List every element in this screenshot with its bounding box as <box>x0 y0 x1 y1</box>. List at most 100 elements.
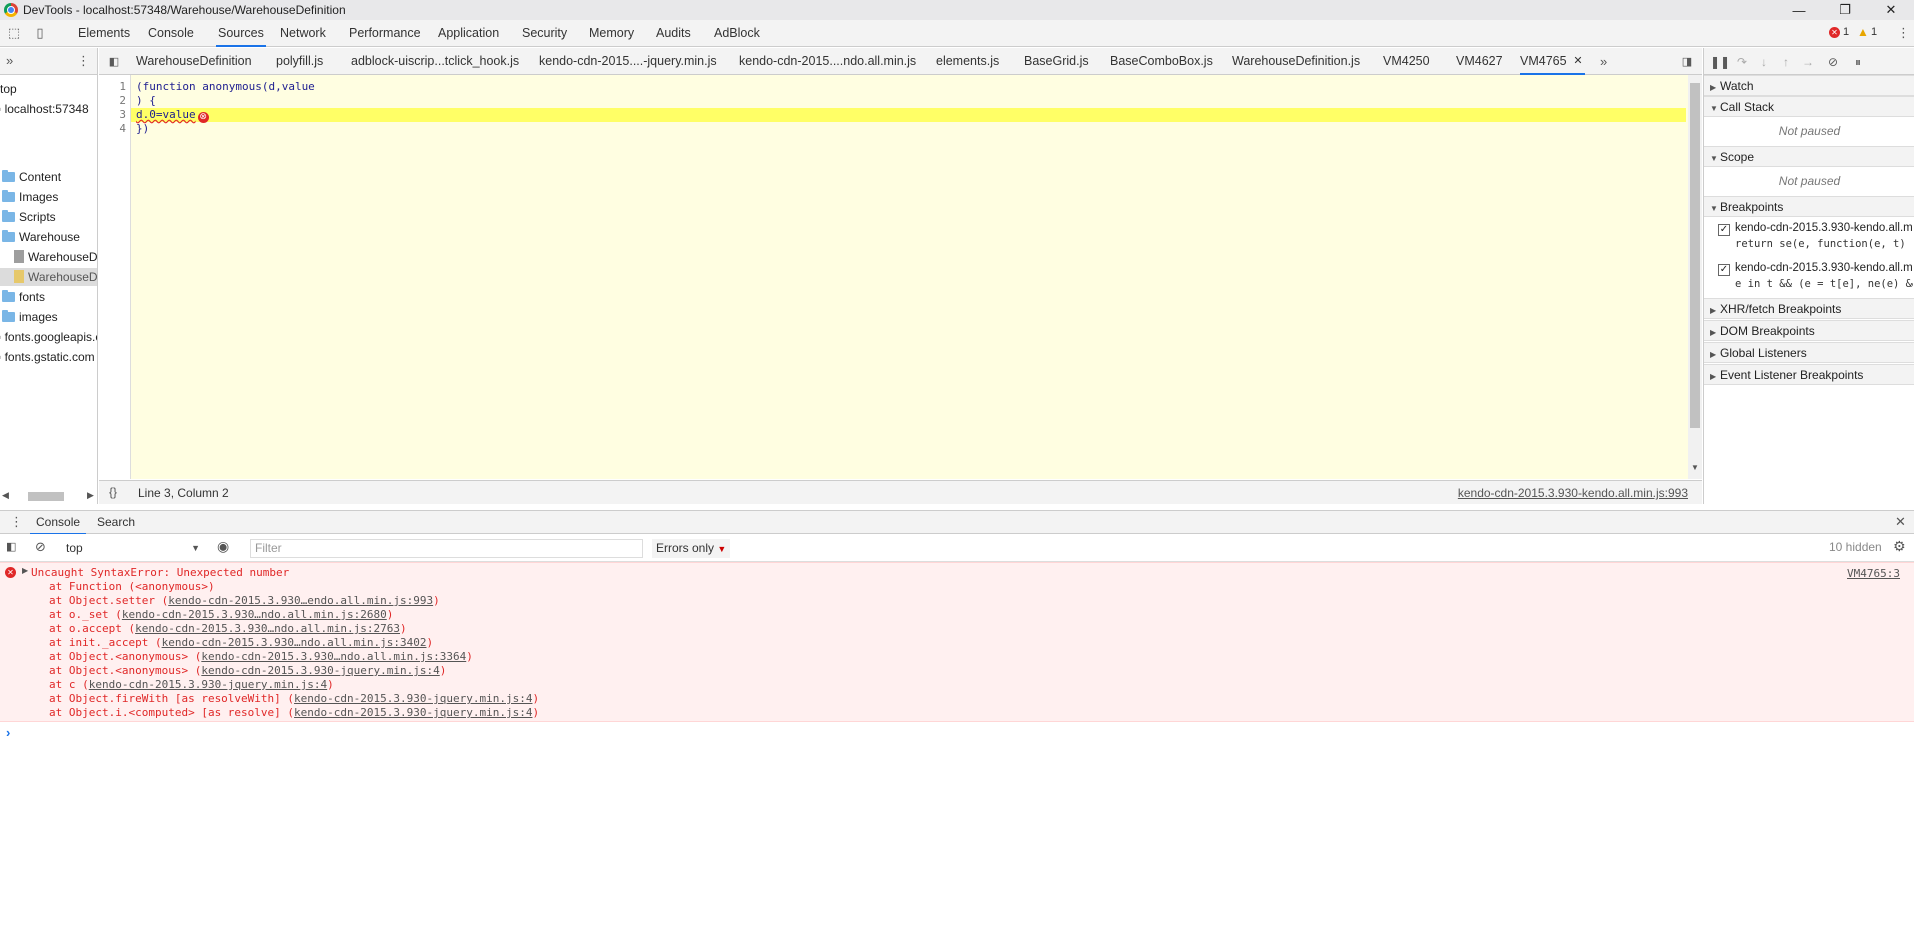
scroll-down-icon[interactable]: ▼ <box>1691 463 1699 472</box>
line-number-gutter[interactable]: 1 2 3 4 <box>99 75 131 479</box>
dom-breakpoints-section[interactable]: ▶ DOM Breakpoints <box>1704 320 1914 341</box>
close-drawer-icon[interactable]: ✕ <box>1895 514 1906 530</box>
scrollbar-thumb[interactable] <box>28 492 64 501</box>
tree-item-content[interactable]: Content <box>2 168 61 186</box>
context-selector[interactable]: top ▼ <box>66 540 202 556</box>
tree-item-fonts-googleapis[interactable]: ▫ fonts.googleapis.com <box>0 328 97 346</box>
tab-audits[interactable]: Audits <box>656 20 691 47</box>
editor-vertical-scrollbar[interactable]: ▼ <box>1688 75 1702 479</box>
toggle-debugger-icon[interactable]: ◨ <box>1679 54 1695 70</box>
breakpoint-checkbox[interactable]: ✓ <box>1718 264 1730 276</box>
watch-section[interactable]: ▶ Watch <box>1704 75 1914 96</box>
file-tab[interactable]: kendo-cdn-2015....-jquery.min.js <box>539 48 717 75</box>
source-map-link[interactable]: kendo-cdn-2015.3.930-kendo.all.min.js:99… <box>1458 486 1688 500</box>
line-number[interactable]: 2 <box>119 94 126 108</box>
tab-elements[interactable]: Elements <box>78 20 130 47</box>
console-filter-input[interactable]: Filter <box>250 539 643 558</box>
line-number[interactable]: 4 <box>119 122 126 136</box>
step-over-icon[interactable]: ↷ <box>1734 54 1750 70</box>
tree-item-images[interactable]: Images <box>2 188 58 206</box>
console-error-message[interactable]: ✕ ▶ Uncaught SyntaxError: Unexpected num… <box>0 562 1914 722</box>
error-count-icon[interactable]: ✕ <box>1829 27 1840 38</box>
stack-frame-link[interactable]: kendo-cdn-2015.3.930…ndo.all.min.js:3364 <box>201 650 466 663</box>
step-into-icon[interactable]: ↓ <box>1756 54 1772 70</box>
inspect-element-icon[interactable]: ⬚ <box>6 25 22 41</box>
pause-on-exceptions-icon[interactable]: ⏸ <box>1850 54 1866 70</box>
tree-item-scripts[interactable]: Scripts <box>2 208 56 226</box>
code-line[interactable]: (function anonymous(d,value <box>136 80 315 94</box>
tree-item-fonts-gstatic[interactable]: ▫ fonts.gstatic.com <box>0 348 95 366</box>
show-sidebar-icon[interactable]: ◧ <box>6 540 16 553</box>
drawer-tab-console[interactable]: Console <box>30 511 87 535</box>
console-prompt[interactable]: › <box>6 725 10 740</box>
file-tab[interactable]: VM4627 <box>1456 48 1503 75</box>
file-tab[interactable]: adblock-uiscrip...tclick_hook.js <box>351 48 519 75</box>
clear-console-icon[interactable]: ⊘ <box>35 539 46 555</box>
file-tab-active[interactable]: VM4765 ✕ <box>1520 48 1585 75</box>
tab-performance[interactable]: Performance <box>349 20 421 47</box>
stack-frame-link[interactable]: kendo-cdn-2015.3.930-jquery.min.js:4 <box>89 678 327 691</box>
drawer-tab-search[interactable]: Search <box>97 511 135 535</box>
stack-frame-link[interactable]: kendo-cdn-2015.3.930-jquery.min.js:4 <box>201 664 439 677</box>
stack-frame-link[interactable]: kendo-cdn-2015.3.930…ndo.all.min.js:2680 <box>122 608 387 621</box>
breakpoint-item[interactable]: ✓ kendo-cdn-2015.3.930-kendo.all.min.js … <box>1704 260 1914 298</box>
console-settings-gear-icon[interactable]: ⚙ <box>1893 538 1906 555</box>
tree-item-top[interactable]: top <box>0 80 17 98</box>
tab-network[interactable]: Network <box>280 20 326 47</box>
file-tab[interactable]: BaseComboBox.js <box>1110 48 1213 75</box>
scope-section[interactable]: ▼ Scope <box>1704 146 1914 167</box>
close-tab-icon[interactable]: ✕ <box>1573 48 1582 75</box>
stack-frame-link[interactable]: kendo-cdn-2015.3.930-jquery.min.js:4 <box>294 706 532 719</box>
file-tab[interactable]: WarehouseDefinition <box>136 48 252 75</box>
devtools-menu-icon[interactable]: ⋮ <box>1897 25 1910 41</box>
event-listener-breakpoints-section[interactable]: ▶ Event Listener Breakpoints <box>1704 364 1914 385</box>
tab-sources[interactable]: Sources <box>216 20 266 47</box>
code-editor[interactable]: 1 2 3 4 (function anonymous(d,value ) { … <box>99 75 1702 479</box>
scroll-left-icon[interactable]: ◀ <box>2 490 9 501</box>
error-source-link[interactable]: VM4765:3 <box>1847 567 1900 580</box>
pretty-print-icon[interactable]: {} <box>109 485 117 499</box>
stack-frame-link[interactable]: kendo-cdn-2015.3.930…endo.all.min.js:993 <box>168 594 433 607</box>
stack-frame-link[interactable]: kendo-cdn-2015.3.930…ndo.all.min.js:2763 <box>135 622 400 635</box>
device-toolbar-icon[interactable]: ▯ <box>32 25 48 41</box>
tree-item-images-lower[interactable]: images <box>2 308 58 326</box>
tree-item-fonts[interactable]: fonts <box>2 288 45 306</box>
toggle-navigator-icon[interactable]: ◧ <box>106 54 122 70</box>
tab-console[interactable]: Console <box>148 20 194 47</box>
navigator-horizontal-scrollbar[interactable]: ◀ ▶ <box>0 488 97 504</box>
pause-icon[interactable]: ❚❚ <box>1710 54 1730 70</box>
step-out-icon[interactable]: ↑ <box>1778 54 1794 70</box>
tree-item-warehouse-definition-js[interactable]: WarehouseDefinition.js <box>0 268 97 286</box>
drawer-menu-icon[interactable]: ⋮ <box>10 514 23 530</box>
line-number[interactable]: 3 <box>119 108 126 122</box>
navigator-menu-icon[interactable]: ⋮ <box>77 53 90 69</box>
tab-application[interactable]: Application <box>438 20 499 47</box>
breakpoint-checkbox[interactable]: ✓ <box>1718 224 1730 236</box>
tree-item-warehouse-definition[interactable]: WarehouseDefinition <box>14 248 97 266</box>
step-icon[interactable]: → <box>1800 54 1816 70</box>
tab-adblock[interactable]: AdBlock <box>714 20 760 47</box>
file-tab[interactable]: elements.js <box>936 48 999 75</box>
tab-security[interactable]: Security <box>522 20 567 47</box>
scrollbar-thumb[interactable] <box>1690 83 1700 428</box>
file-tab[interactable]: WarehouseDefinition.js <box>1232 48 1360 75</box>
code-line[interactable]: }) <box>136 122 149 136</box>
line-number[interactable]: 1 <box>119 80 126 94</box>
stack-frame-link[interactable]: kendo-cdn-2015.3.930…ndo.all.min.js:3402 <box>162 636 427 649</box>
minimize-icon[interactable]: — <box>1776 0 1822 20</box>
restore-icon[interactable]: ❐ <box>1822 0 1868 20</box>
close-window-icon[interactable]: ✕ <box>1868 0 1914 20</box>
deactivate-breakpoints-icon[interactable]: ⊘ <box>1825 54 1841 70</box>
more-file-tabs-icon[interactable]: » <box>1600 48 1607 75</box>
file-tab[interactable]: kendo-cdn-2015....ndo.all.min.js <box>739 48 916 75</box>
file-tab[interactable]: polyfill.js <box>276 48 323 75</box>
breakpoint-item[interactable]: ✓ kendo-cdn-2015.3.930-kendo.all.min.js … <box>1704 220 1914 258</box>
syntax-error-icon[interactable]: ⊗ <box>197 112 209 123</box>
xhr-breakpoints-section[interactable]: ▶ XHR/fetch Breakpoints <box>1704 298 1914 319</box>
file-tab[interactable]: VM4250 <box>1383 48 1430 75</box>
code-line-error[interactable]: d.0=value ⊗ <box>136 108 209 123</box>
more-tabs-icon[interactable]: » <box>6 53 13 68</box>
warning-count[interactable]: 1 <box>1871 26 1877 38</box>
live-expression-eye-icon[interactable]: ◉ <box>217 538 229 555</box>
stack-frame-link[interactable]: kendo-cdn-2015.3.930-jquery.min.js:4 <box>294 692 532 705</box>
